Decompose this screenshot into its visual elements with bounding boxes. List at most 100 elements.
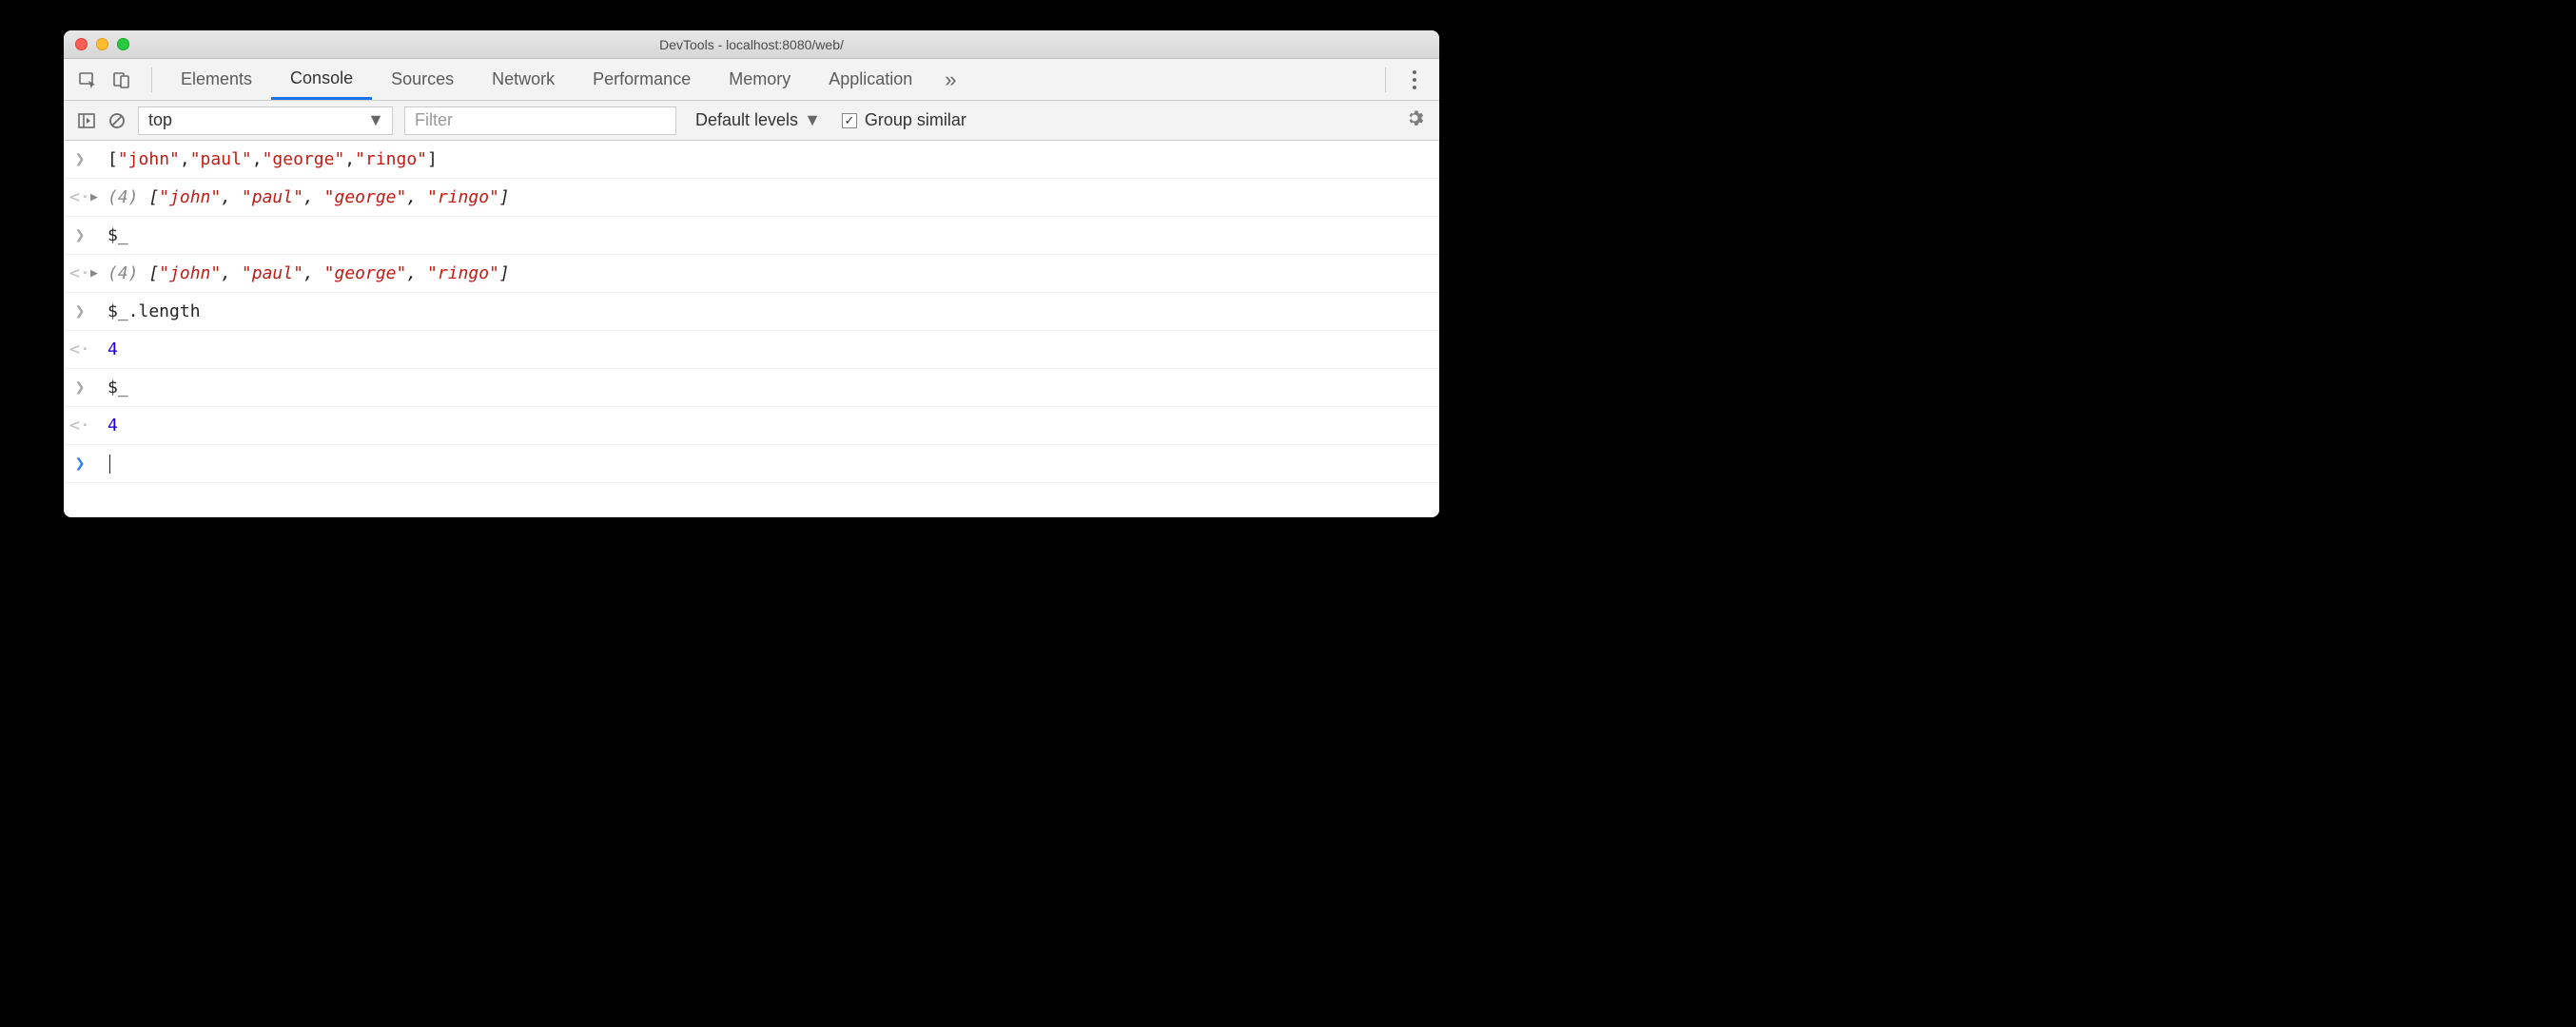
token: , xyxy=(252,149,263,169)
spacer xyxy=(90,337,107,340)
group-similar-label: Group similar xyxy=(865,110,966,130)
console-line: (4) ["john", "paul", "george", "ringo"] xyxy=(107,261,1432,286)
chevron-down-icon: ▼ xyxy=(804,110,821,130)
token: "paul" xyxy=(242,263,303,283)
console-input-row: ❯ $_ xyxy=(64,217,1439,255)
token: (4) xyxy=(107,187,148,207)
input-marker-icon: ❯ xyxy=(69,146,90,172)
console-line: 4 xyxy=(107,337,1432,362)
tabstrip: ElementsConsoleSourcesNetworkPerformance… xyxy=(64,59,1439,101)
tabstrip-right xyxy=(1376,68,1439,92)
tabstrip-left-icons xyxy=(64,69,142,90)
token: "john" xyxy=(159,187,221,207)
token: ] xyxy=(499,187,510,207)
console-output[interactable]: ❯["john","paul","george","ringo"]<·▶(4) … xyxy=(64,141,1439,517)
tabs: ElementsConsoleSourcesNetworkPerformance… xyxy=(162,59,931,100)
console-prompt-row: ❯ xyxy=(64,445,1439,483)
expand-icon[interactable]: ▶ xyxy=(90,261,107,283)
console-line: 4 xyxy=(107,413,1432,438)
toggle-drawer-icon[interactable] xyxy=(71,112,102,129)
console-line: ["john","paul","george","ringo"] xyxy=(107,146,1432,172)
spacer xyxy=(90,375,107,378)
inspect-icon[interactable] xyxy=(77,69,98,90)
token: "ringo" xyxy=(427,187,499,207)
console-line[interactable] xyxy=(107,451,1432,476)
text-cursor xyxy=(109,455,110,474)
devtools-window: DevTools - localhost:8080/web/ ElementsC… xyxy=(64,30,1439,517)
token: [ xyxy=(148,263,159,283)
tab-performance[interactable]: Performance xyxy=(574,59,710,100)
log-levels-label: Default levels xyxy=(695,110,798,130)
tab-application[interactable]: Application xyxy=(810,59,931,100)
device-toggle-icon[interactable] xyxy=(111,69,132,90)
prompt-marker-icon: ❯ xyxy=(69,451,90,476)
input-marker-icon: ❯ xyxy=(69,223,90,248)
log-levels-selector[interactable]: Default levels ▼ xyxy=(695,110,821,130)
filter-input[interactable] xyxy=(404,107,676,135)
tab-memory[interactable]: Memory xyxy=(710,59,810,100)
console-input-row: ❯ $_ xyxy=(64,369,1439,407)
token: , xyxy=(180,149,190,169)
token: (4) xyxy=(107,263,148,283)
maximize-icon[interactable] xyxy=(117,38,129,50)
context-selector[interactable]: top ▼ xyxy=(138,107,393,135)
token: ] xyxy=(499,263,510,283)
output-marker-icon: <· xyxy=(69,184,90,210)
token: ] xyxy=(427,149,438,169)
output-marker-icon: <· xyxy=(69,261,90,286)
token: "paul" xyxy=(190,149,252,169)
token: "ringo" xyxy=(355,149,427,169)
console-output-row: <·▶(4) ["john", "paul", "george", "ringo… xyxy=(64,255,1439,293)
console-line: (4) ["john", "paul", "george", "ringo"] xyxy=(107,184,1432,210)
minimize-icon[interactable] xyxy=(96,38,108,50)
spacer xyxy=(90,146,107,150)
more-tabs-icon[interactable]: » xyxy=(931,68,969,92)
console-line: $_.length xyxy=(107,299,1432,324)
token: , xyxy=(303,263,324,283)
tab-console[interactable]: Console xyxy=(271,59,372,100)
token: , xyxy=(221,187,242,207)
kebab-menu-icon[interactable] xyxy=(1399,70,1430,89)
close-icon[interactable] xyxy=(75,38,88,50)
group-similar-toggle[interactable]: ✓ Group similar xyxy=(842,110,966,130)
spacer xyxy=(90,299,107,302)
window-title: DevTools - localhost:8080/web/ xyxy=(64,37,1439,52)
console-output-row: <· 4 xyxy=(64,407,1439,445)
input-marker-icon: ❯ xyxy=(69,299,90,324)
console-input-row: ❯ $_.length xyxy=(64,293,1439,331)
token: [ xyxy=(107,149,118,169)
token: [ xyxy=(148,187,159,207)
token: , xyxy=(221,263,242,283)
token: $_ xyxy=(107,378,128,397)
token: , xyxy=(406,187,427,207)
context-selector-value: top xyxy=(148,110,172,130)
expand-icon[interactable]: ▶ xyxy=(90,184,107,207)
token: , xyxy=(344,149,355,169)
token: 4 xyxy=(107,416,118,436)
spacer xyxy=(90,223,107,226)
token: 4 xyxy=(107,339,118,359)
input-marker-icon: ❯ xyxy=(69,375,90,400)
tab-network[interactable]: Network xyxy=(473,59,574,100)
tab-elements[interactable]: Elements xyxy=(162,59,271,100)
token: "ringo" xyxy=(427,263,499,283)
tab-sources[interactable]: Sources xyxy=(372,59,473,100)
divider xyxy=(151,68,152,92)
token: , xyxy=(406,263,427,283)
clear-console-icon[interactable] xyxy=(102,112,132,129)
divider xyxy=(1385,68,1386,92)
checkbox-icon: ✓ xyxy=(842,113,857,128)
token: , xyxy=(303,187,324,207)
output-marker-icon: <· xyxy=(69,337,90,362)
settings-gear-icon[interactable] xyxy=(1397,108,1432,133)
output-marker-icon: <· xyxy=(69,413,90,438)
token: "paul" xyxy=(242,187,303,207)
token: "george" xyxy=(324,187,407,207)
token: "george" xyxy=(324,263,407,283)
token: $_ xyxy=(107,225,128,245)
spacer xyxy=(90,451,107,455)
window-controls xyxy=(64,38,129,50)
spacer xyxy=(90,413,107,417)
titlebar: DevTools - localhost:8080/web/ xyxy=(64,30,1439,59)
console-line: $_ xyxy=(107,223,1432,248)
